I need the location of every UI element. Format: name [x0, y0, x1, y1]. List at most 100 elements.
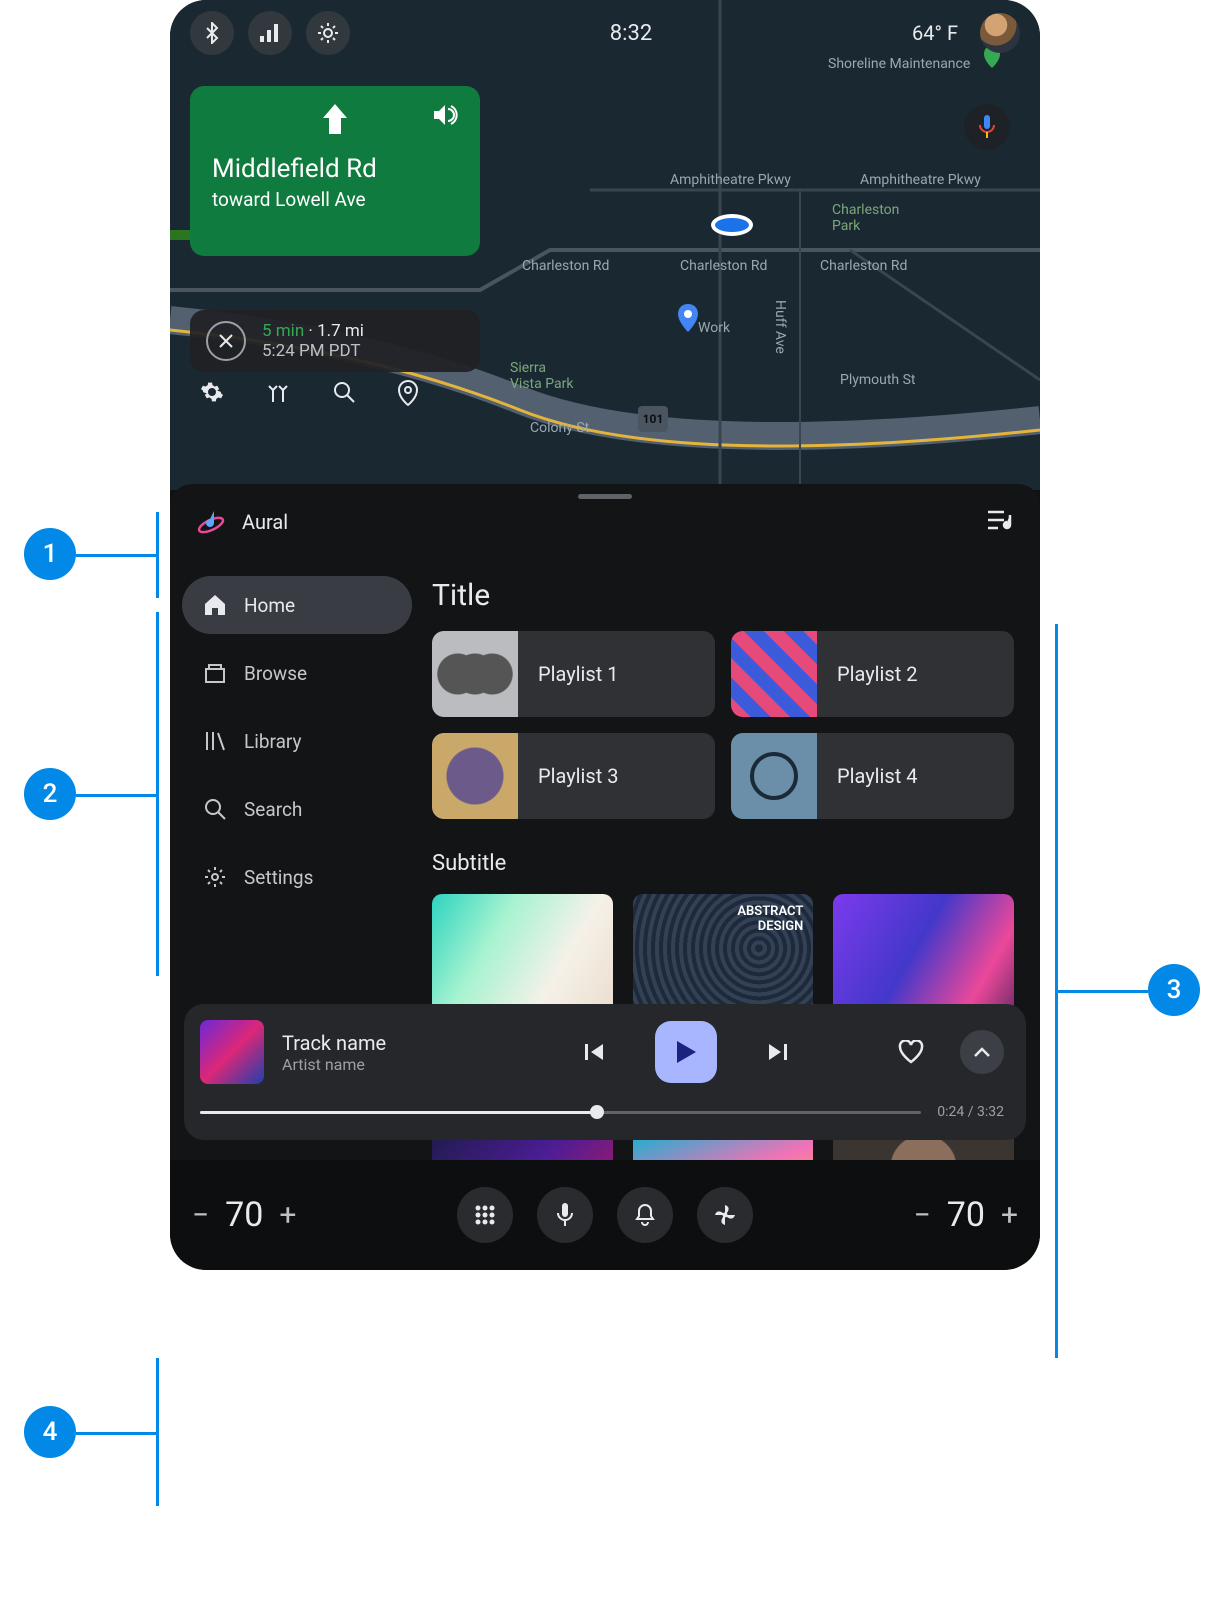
app-logo-icon — [196, 507, 226, 537]
status-temperature: 64° F — [912, 21, 958, 45]
rail-item-search[interactable]: Search — [182, 780, 412, 838]
callout-bracket — [156, 1358, 159, 1506]
arrow-up-icon — [321, 104, 349, 134]
play-button[interactable] — [655, 1021, 717, 1083]
alternate-routes-icon[interactable] — [266, 380, 290, 410]
status-time: 8:32 — [364, 21, 898, 46]
expand-player-button[interactable] — [960, 1030, 1004, 1074]
map-view[interactable]: Shoreline Maintenance Amphitheatre Pkwy … — [170, 0, 1040, 490]
playlist-card[interactable]: Playlist 1 — [432, 631, 715, 717]
progress-thumb[interactable] — [590, 1105, 604, 1119]
callout-1: 1 — [24, 528, 76, 580]
temp-increase-button[interactable]: + — [1001, 1198, 1018, 1233]
temp-increase-button[interactable]: + — [279, 1198, 296, 1233]
rail-label: Library — [244, 730, 302, 753]
map-label: Charleston Rd — [522, 258, 609, 274]
callout-line — [76, 1432, 156, 1435]
progress-bar[interactable]: 0:24 / 3:32 — [200, 1102, 1004, 1122]
browse-icon — [204, 663, 226, 683]
system-bar: − 70 + − 70 + — [170, 1160, 1040, 1270]
progress-fill — [200, 1111, 597, 1114]
rail-label: Settings — [244, 866, 313, 889]
eta-line1: 5 min · 1.7 mi — [262, 321, 364, 341]
previous-track-button[interactable] — [573, 1031, 615, 1073]
brightness-icon[interactable] — [306, 11, 350, 55]
callout-bracket — [156, 512, 159, 598]
callout-2: 2 — [24, 768, 76, 820]
rail-item-home[interactable]: Home — [182, 576, 412, 634]
bluetooth-icon[interactable] — [190, 11, 234, 55]
voice-assistant-button[interactable] — [964, 104, 1010, 150]
device-frame: Shoreline Maintenance Amphitheatre Pkwy … — [170, 0, 1040, 1270]
map-label: Plymouth St — [840, 372, 916, 388]
artist-name: Artist name — [282, 1055, 482, 1074]
playlist-thumb — [731, 733, 817, 819]
track-name: Track name — [282, 1031, 482, 1055]
rail-label: Home — [244, 594, 295, 617]
highway-shield: 101 — [638, 406, 668, 432]
callout-line — [76, 554, 156, 557]
notifications-button[interactable] — [617, 1187, 673, 1243]
playlist-thumb — [432, 631, 518, 717]
callout-bracket — [156, 612, 159, 976]
close-navigation-button[interactable] — [206, 321, 246, 361]
microphone-button[interactable] — [537, 1187, 593, 1243]
nav-settings-icon[interactable] — [200, 380, 224, 410]
mini-player: Track name Artist name — [184, 1004, 1026, 1140]
climate-left: − 70 + — [192, 1195, 296, 1235]
next-track-button[interactable] — [757, 1031, 799, 1073]
rail-item-browse[interactable]: Browse — [182, 644, 412, 702]
playlist-label: Playlist 4 — [817, 764, 917, 788]
rail-item-settings[interactable]: Settings — [182, 848, 412, 906]
map-label: Amphitheatre Pkwy — [670, 172, 791, 188]
section-title: Title — [432, 578, 1014, 613]
status-bar: 8:32 64° F — [170, 0, 1040, 66]
callout-bracket — [1055, 624, 1058, 1358]
eta-card[interactable]: 5 min · 1.7 mi 5:24 PM PDT — [190, 310, 480, 372]
callout-4: 4 — [24, 1406, 76, 1458]
section-subtitle: Subtitle — [432, 851, 1014, 876]
playlist-thumb — [731, 631, 817, 717]
playlist-card[interactable]: Playlist 2 — [731, 631, 1014, 717]
gear-icon — [204, 866, 226, 888]
user-avatar[interactable] — [980, 13, 1020, 53]
fan-button[interactable] — [697, 1187, 753, 1243]
temp-decrease-button[interactable]: − — [192, 1198, 209, 1233]
eta-arrival: 5:24 PM PDT — [262, 341, 364, 361]
app-launcher-button[interactable] — [457, 1187, 513, 1243]
rail-label: Search — [244, 798, 302, 821]
map-label: Amphitheatre Pkwy — [860, 172, 981, 188]
search-icon[interactable] — [332, 380, 356, 410]
rail-label: Browse — [244, 662, 307, 685]
navigation-direction-card[interactable]: Middlefield Rd toward Lowell Ave — [190, 86, 480, 256]
nav-toward: toward Lowell Ave — [212, 188, 458, 211]
favorite-button[interactable] — [890, 1031, 932, 1073]
signal-icon[interactable] — [248, 11, 292, 55]
climate-temp-right: 70 — [947, 1195, 985, 1235]
home-icon — [204, 594, 226, 616]
rail-item-library[interactable]: Library — [182, 712, 412, 770]
playlist-card[interactable]: Playlist 4 — [731, 733, 1014, 819]
temp-decrease-button[interactable]: − — [914, 1198, 931, 1233]
callout-line — [1058, 990, 1148, 993]
current-location-dot — [711, 214, 753, 236]
drag-handle[interactable] — [578, 494, 632, 499]
nav-street: Middlefield Rd — [212, 154, 458, 184]
map-pin-work — [678, 304, 698, 332]
queue-icon[interactable] — [988, 509, 1014, 535]
playlist-card[interactable]: Playlist 3 — [432, 733, 715, 819]
climate-temp-left: 70 — [225, 1195, 263, 1235]
map-label: Huff Ave — [772, 300, 788, 354]
map-label: Charleston Rd — [820, 258, 907, 274]
now-playing-art[interactable] — [200, 1020, 264, 1084]
navigation-tools — [200, 380, 418, 410]
now-playing-info[interactable]: Track name Artist name — [282, 1031, 482, 1074]
library-icon — [204, 730, 226, 752]
callout-3: 3 — [1148, 964, 1200, 1016]
map-label: Colony St — [530, 420, 589, 436]
map-label-park: Charleston Park — [832, 202, 899, 234]
playlist-label: Playlist 3 — [518, 764, 618, 788]
speaker-icon[interactable] — [434, 104, 458, 130]
climate-right: − 70 + — [914, 1195, 1018, 1235]
location-pin-icon[interactable] — [398, 380, 418, 410]
